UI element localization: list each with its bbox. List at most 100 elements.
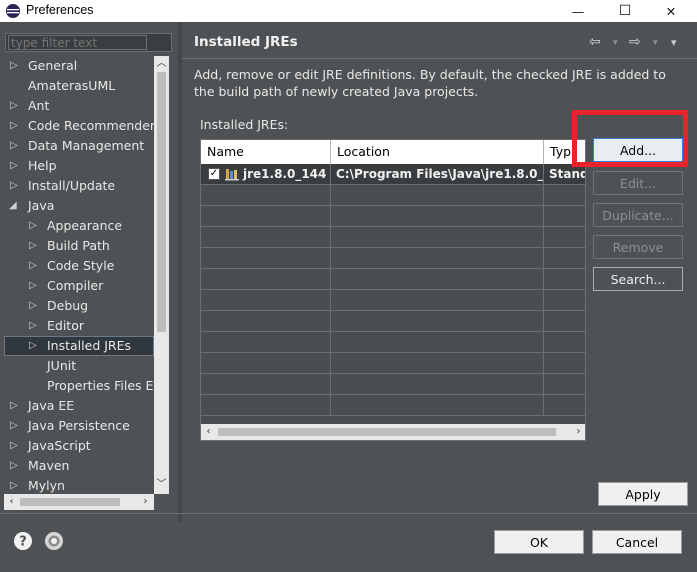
table-row-empty [201, 395, 585, 416]
cancel-button[interactable]: Cancel [592, 530, 682, 554]
scrollbar-thumb[interactable] [20, 498, 120, 506]
scroll-left-icon[interactable]: ‹ [201, 425, 216, 439]
chevron-right-icon[interactable]: ▷ [10, 156, 20, 176]
duplicate-button[interactable]: Duplicate... [593, 203, 683, 227]
tree-item-java-ee[interactable]: ▷ Java EE [4, 396, 154, 416]
scroll-right-icon[interactable]: › [571, 425, 585, 439]
tree-item-maven[interactable]: ▷ Maven [4, 456, 154, 476]
tree-item-properties-files-editor[interactable]: Properties Files Ed [4, 376, 154, 396]
chevron-right-icon[interactable]: ▷ [29, 336, 39, 356]
default-jre-checkbox[interactable]: ✓ [208, 168, 220, 180]
close-icon: ✕ [665, 3, 677, 19]
minimize-icon: — [571, 3, 585, 19]
page-description: Add, remove or edit JRE definitions. By … [194, 67, 666, 99]
scroll-down-icon[interactable]: ﹀ [154, 478, 169, 492]
chevron-right-icon[interactable]: ▷ [29, 276, 39, 296]
tree-item-java-persistence[interactable]: ▷ Java Persistence [4, 416, 154, 436]
maximize-button[interactable]: ☐ [602, 0, 648, 22]
annotation-highlight-box [572, 110, 688, 167]
tree-item-java[interactable]: ◢ Java [4, 196, 154, 216]
tree-item-installed-jres[interactable]: ▷ Installed JREs [4, 336, 154, 356]
jre-name: jre1.8.0_144 ... [243, 167, 330, 181]
apply-button[interactable]: Apply [598, 482, 688, 506]
forward-arrow-icon[interactable]: ⇨ [629, 34, 641, 50]
chevron-right-icon[interactable]: ▷ [10, 136, 20, 156]
scroll-up-icon[interactable]: ︿ [154, 57, 169, 71]
tree-item-editor[interactable]: ▷ Editor [4, 316, 154, 336]
edit-button[interactable]: Edit... [593, 171, 683, 195]
filter-input[interactable] [8, 35, 147, 50]
tree-item-amaterasuml[interactable]: AmaterasUML [4, 76, 154, 96]
tree-item-junit[interactable]: JUnit [4, 356, 154, 376]
tree-item-label: JavaScript [28, 438, 91, 453]
forward-menu-icon[interactable]: ▾ [653, 38, 658, 48]
tree-item-label: AmaterasUML [28, 78, 116, 93]
tree-item-label: Maven [28, 458, 70, 473]
chevron-right-icon[interactable]: ▷ [29, 296, 39, 316]
chevron-right-icon[interactable]: ▷ [29, 216, 39, 236]
tree-item-code-style[interactable]: ▷ Code Style [4, 256, 154, 276]
chevron-right-icon[interactable]: ▷ [29, 236, 39, 256]
remove-button[interactable]: Remove [593, 235, 683, 259]
tree-item-general[interactable]: ▷ General [4, 56, 154, 76]
chevron-right-icon[interactable]: ▷ [29, 316, 39, 336]
scroll-right-icon[interactable]: › [138, 495, 153, 509]
table-row-empty [201, 353, 585, 374]
chevron-right-icon[interactable]: ▷ [10, 456, 20, 476]
ok-button[interactable]: OK [494, 530, 584, 554]
back-arrow-icon[interactable]: ⇦ [589, 34, 601, 50]
chevron-right-icon[interactable]: ▷ [10, 396, 20, 416]
close-button[interactable]: ✕ [648, 0, 694, 22]
tree-item-build-path[interactable]: ▷ Build Path [4, 236, 154, 256]
chevron-right-icon[interactable]: ▷ [10, 416, 20, 436]
chevron-right-icon[interactable]: ▷ [10, 436, 20, 456]
tree-item-help[interactable]: ▷ Help [4, 156, 154, 176]
tree-item-label: Ant [28, 98, 50, 113]
scrollbar-thumb[interactable] [157, 72, 166, 332]
back-menu-icon[interactable]: ▾ [613, 38, 618, 48]
search-button[interactable]: Search... [593, 267, 683, 291]
table-row-empty [201, 206, 585, 227]
cell-type: Standa [549, 167, 585, 181]
table-horizontal-scrollbar[interactable]: ‹ › [201, 424, 585, 440]
chevron-right-icon[interactable]: ▷ [10, 476, 20, 494]
table-header: Name Location Typ [201, 140, 585, 164]
tree-item-label: Code Style [47, 258, 115, 273]
scrollbar-thumb[interactable] [218, 428, 556, 436]
tree-item-label: Java Persistence [28, 418, 130, 433]
tree-item-label: Java EE [28, 398, 75, 413]
chevron-right-icon[interactable]: ▷ [10, 176, 20, 196]
tree-item-install-update[interactable]: ▷ Install/Update [4, 176, 154, 196]
tree-item-debug[interactable]: ▷ Debug [4, 296, 154, 316]
help-icon[interactable]: ? [13, 531, 33, 551]
tree-item-mylyn[interactable]: ▷ Mylyn [4, 476, 154, 494]
tree-vertical-scrollbar[interactable]: ︿ ﹀ [154, 56, 169, 494]
chevron-down-icon[interactable]: ◢ [9, 196, 19, 216]
tree-item-appearance[interactable]: ▷ Appearance [4, 216, 154, 236]
tree-item-label: Compiler [47, 278, 104, 293]
chevron-right-icon[interactable]: ▷ [29, 256, 39, 276]
footer-separator [0, 513, 697, 514]
tree-item-ant[interactable]: ▷ Ant [4, 96, 154, 116]
chevron-right-icon[interactable]: ▷ [10, 56, 20, 76]
tree-item-javascript[interactable]: ▷ JavaScript [4, 436, 154, 456]
scroll-left-icon[interactable]: ‹ [4, 495, 19, 509]
tree-item-label: Data Management [28, 138, 145, 153]
tree-item-code-recommenders[interactable]: ▷ Code Recommenders [4, 116, 154, 136]
chevron-right-icon[interactable]: ▷ [10, 96, 20, 116]
column-header-name[interactable]: Name [201, 140, 331, 164]
tree-horizontal-scrollbar[interactable]: ‹ › [4, 494, 154, 510]
tree-item-label: Editor [47, 318, 84, 333]
minimize-button[interactable]: — [555, 0, 601, 22]
title-bar: Preferences — ☐ ✕ [0, 0, 697, 22]
cell-location: C:\Program Files\Java\jre1.8.0_ [331, 164, 544, 184]
table-row[interactable]: ✓ jre1.8.0_144 ... C:\Program Files\Java… [201, 164, 585, 185]
column-header-location[interactable]: Location [331, 140, 544, 164]
import-export-icon[interactable] [44, 531, 64, 551]
tree-item-data-management[interactable]: ▷ Data Management [4, 136, 154, 156]
installed-jres-table[interactable]: Name Location Typ ✓ jre1.8.0_144 ... C:\… [200, 139, 586, 441]
chevron-right-icon[interactable]: ▷ [10, 116, 20, 136]
tree-item-compiler[interactable]: ▷ Compiler [4, 276, 154, 296]
view-menu-icon[interactable]: ▾ [671, 36, 677, 49]
tree-item-label: Properties Files Ed [47, 378, 154, 393]
